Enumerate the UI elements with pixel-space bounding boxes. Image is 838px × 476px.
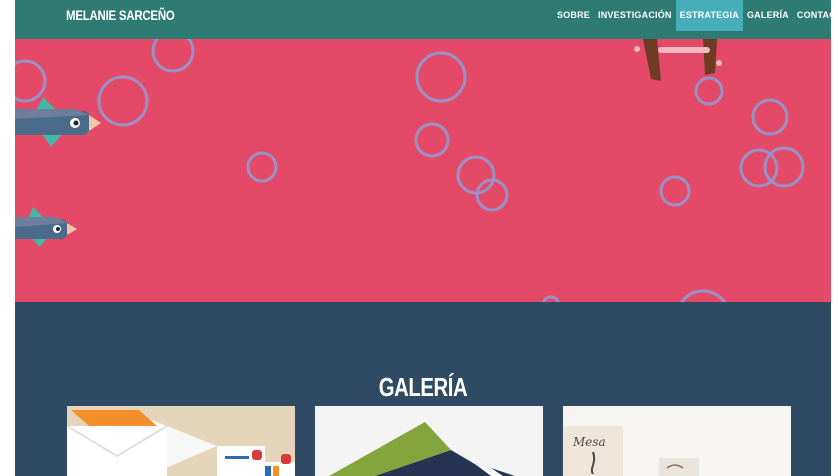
nav-item-contacto[interactable]: CONTACTO — [793, 0, 838, 31]
nav-item-galeria[interactable]: GALERÍA — [743, 0, 793, 31]
gallery-thumbnail-mesa[interactable]: Mesa — [563, 406, 791, 476]
fish-icon — [15, 97, 101, 147]
svg-text:Mesa: Mesa — [572, 435, 606, 449]
hero-banner — [15, 39, 831, 302]
bubble — [246, 151, 278, 183]
bubble — [15, 59, 47, 103]
bubble — [679, 289, 727, 302]
nav-item-estrategia[interactable]: ESTRATEGIA — [675, 0, 743, 31]
bubble — [763, 146, 805, 188]
bubble — [751, 98, 789, 136]
left-margin — [0, 0, 15, 476]
fish-icon — [15, 207, 77, 247]
navbar: MELANIE SARCEÑO SOBRE MÍ INVESTIGACIÓN E… — [15, 0, 838, 51]
bubble — [414, 122, 450, 158]
brand-logo[interactable]: MELANIE SARCEÑO — [66, 7, 175, 23]
hero-illustration — [15, 39, 805, 302]
bubble — [151, 39, 195, 73]
right-margin — [831, 0, 838, 476]
main-nav: SOBRE MÍ INVESTIGACIÓN ESTRATEGIA GALERÍ… — [553, 0, 838, 51]
bubble — [694, 76, 724, 106]
gallery-thumbnail-cards[interactable] — [315, 406, 543, 476]
bubble — [659, 175, 691, 207]
gallery-thumbnail-stationery[interactable] — [67, 406, 295, 476]
gallery-title: GALERÍA — [378, 372, 468, 402]
bubble — [97, 75, 149, 127]
character-legs — [634, 39, 722, 81]
bubble — [456, 155, 496, 195]
bubble — [415, 51, 467, 103]
bubbles-group — [15, 39, 805, 302]
nav-item-investigacion[interactable]: INVESTIGACIÓN — [594, 0, 676, 31]
gallery-section: GALERÍA Mesa — [15, 302, 831, 476]
nav-item-sobre-mi[interactable]: SOBRE MÍ — [553, 0, 594, 51]
